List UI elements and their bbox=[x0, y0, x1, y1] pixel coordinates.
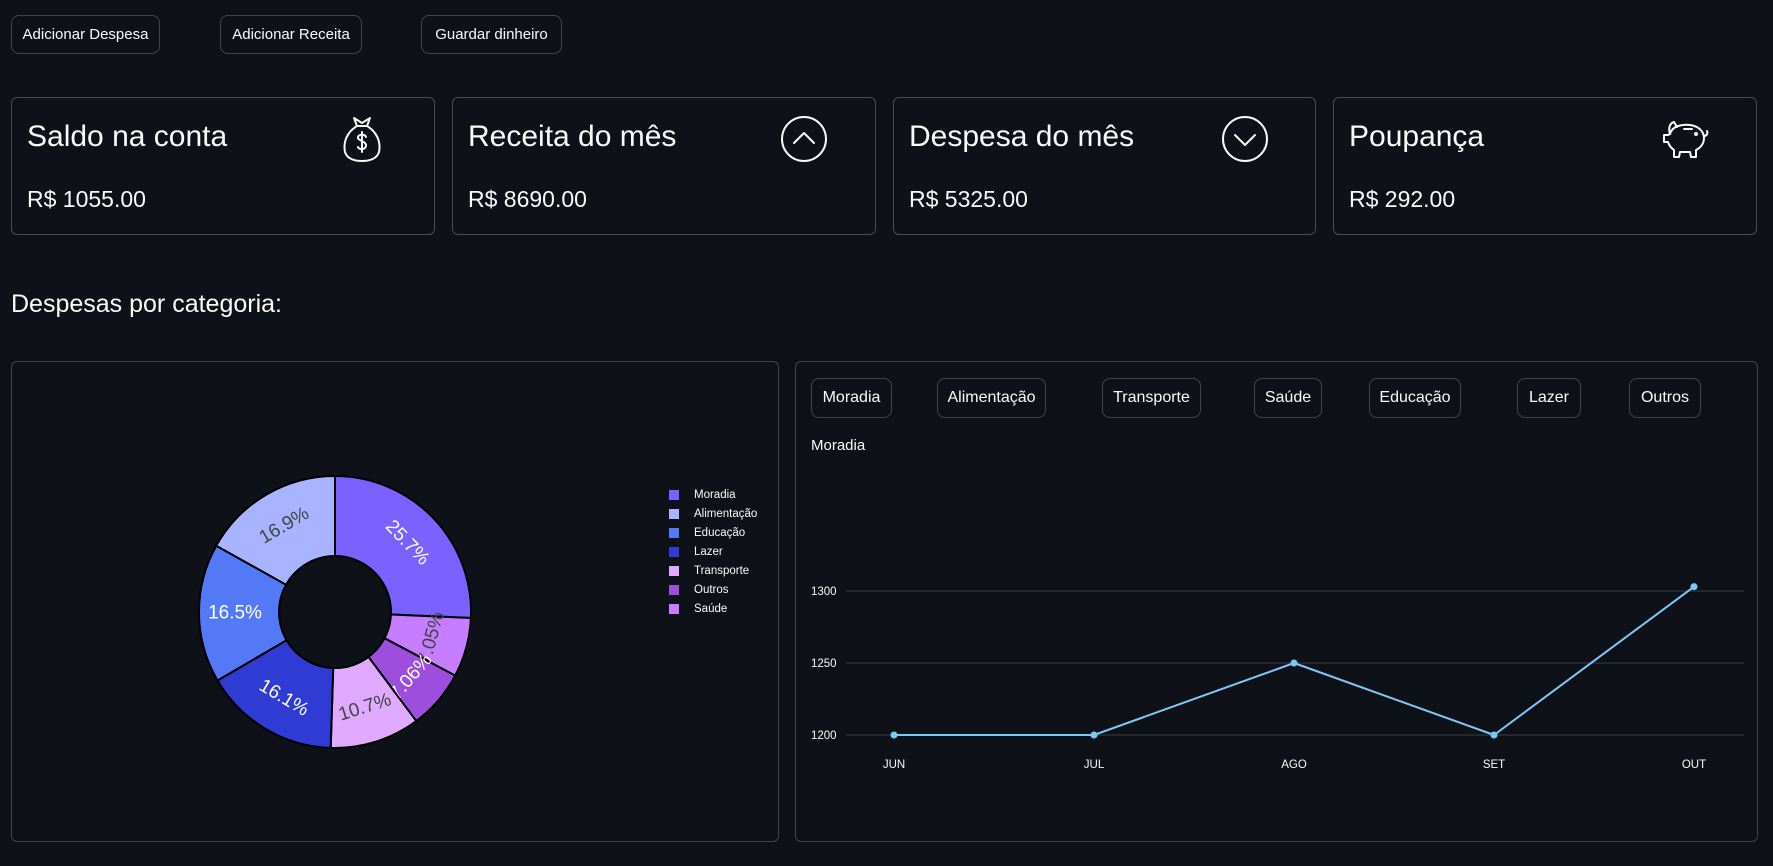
y-tick-label: 1200 bbox=[811, 730, 837, 742]
x-tick-label: OUT bbox=[1682, 759, 1706, 771]
legend-item[interactable]: Alimentação bbox=[669, 504, 757, 523]
x-tick-label: JUL bbox=[1084, 759, 1105, 771]
data-point[interactable] bbox=[1090, 731, 1098, 739]
x-tick-label: AGO bbox=[1281, 759, 1307, 771]
card-value: R$ 8690.00 bbox=[468, 186, 587, 212]
add-income-button[interactable]: Adicionar Receita bbox=[220, 15, 362, 54]
donut-chart: 25.7%7.05%7.06%10.7%16.1%16.5%16.9% bbox=[198, 474, 472, 749]
y-tick-label: 1250 bbox=[811, 658, 837, 670]
legend-swatch bbox=[669, 489, 679, 500]
expense-card: Despesa do mês R$ 5325.00 bbox=[893, 97, 1316, 235]
legend-swatch bbox=[669, 603, 679, 614]
data-point[interactable] bbox=[890, 731, 898, 739]
data-point[interactable] bbox=[1290, 659, 1298, 667]
legend-label: Saúde bbox=[694, 602, 728, 615]
legend-swatch bbox=[669, 584, 679, 595]
legend-item[interactable]: Outros bbox=[669, 580, 757, 599]
chart-legend: Moradia Alimentação Educação Lazer Transport… bbox=[669, 485, 757, 618]
legend-swatch bbox=[669, 546, 679, 557]
income-card: Receita do mês R$ 8690.00 bbox=[452, 97, 876, 235]
legend-item[interactable]: Transporte bbox=[669, 561, 757, 580]
x-tick-label: SET bbox=[1483, 759, 1505, 771]
add-expense-button[interactable]: Adicionar Despesa bbox=[11, 15, 160, 54]
legend-item[interactable]: Moradia bbox=[669, 485, 757, 504]
save-money-button[interactable]: Guardar dinheiro bbox=[421, 15, 562, 54]
chevron-down-circle-icon bbox=[1222, 116, 1268, 162]
legend-swatch bbox=[669, 565, 679, 576]
chevron-up-circle-icon bbox=[781, 116, 827, 162]
donut-chart-panel: 25.7% 7.05% 7.06% 10.7% 16.1% 16.5% 16.9% Mora… bbox=[11, 361, 779, 842]
money-bag-icon bbox=[343, 117, 381, 162]
data-point[interactable] bbox=[1690, 583, 1698, 591]
piggy-bank-icon bbox=[1663, 121, 1709, 158]
savings-card: Poupança R$ 292.00 bbox=[1333, 97, 1757, 235]
balance-card: Saldo na conta R$ 1055.00 bbox=[11, 97, 435, 235]
card-value: R$ 292.00 bbox=[1349, 186, 1456, 212]
card-value: R$ 5325.00 bbox=[909, 186, 1028, 212]
pie-label: 16.5% bbox=[208, 602, 262, 623]
legend-item[interactable]: Saúde bbox=[669, 599, 757, 618]
legend-swatch bbox=[669, 527, 679, 538]
card-title: Saldo na conta bbox=[27, 120, 228, 153]
section-title: Despesas por categoria: bbox=[11, 290, 282, 318]
card-title: Despesa do mês bbox=[909, 120, 1135, 153]
card-value: R$ 1055.00 bbox=[27, 186, 146, 212]
legend-label: Lazer bbox=[694, 545, 723, 558]
line-chart: 1200 1250 1300 JUN JUL AGO SET OUT bbox=[811, 583, 1744, 771]
legend-label: Transporte bbox=[694, 564, 750, 577]
legend-label: Educação bbox=[694, 526, 746, 539]
y-tick-label: 1300 bbox=[811, 586, 837, 598]
legend-item[interactable]: Educação bbox=[669, 523, 757, 542]
legend-swatch bbox=[669, 508, 679, 519]
legend-label: Alimentação bbox=[694, 507, 758, 520]
legend-label: Outros bbox=[694, 583, 729, 596]
line-chart-panel: Moradia Alimentação Transporte Saúde Educaçã… bbox=[795, 361, 1758, 842]
data-point[interactable] bbox=[1490, 731, 1498, 739]
legend-label: Moradia bbox=[694, 488, 736, 501]
x-tick-label: JUN bbox=[883, 759, 905, 771]
card-title: Poupança bbox=[1349, 120, 1485, 153]
card-title: Receita do mês bbox=[468, 120, 677, 153]
legend-item[interactable]: Lazer bbox=[669, 542, 757, 561]
